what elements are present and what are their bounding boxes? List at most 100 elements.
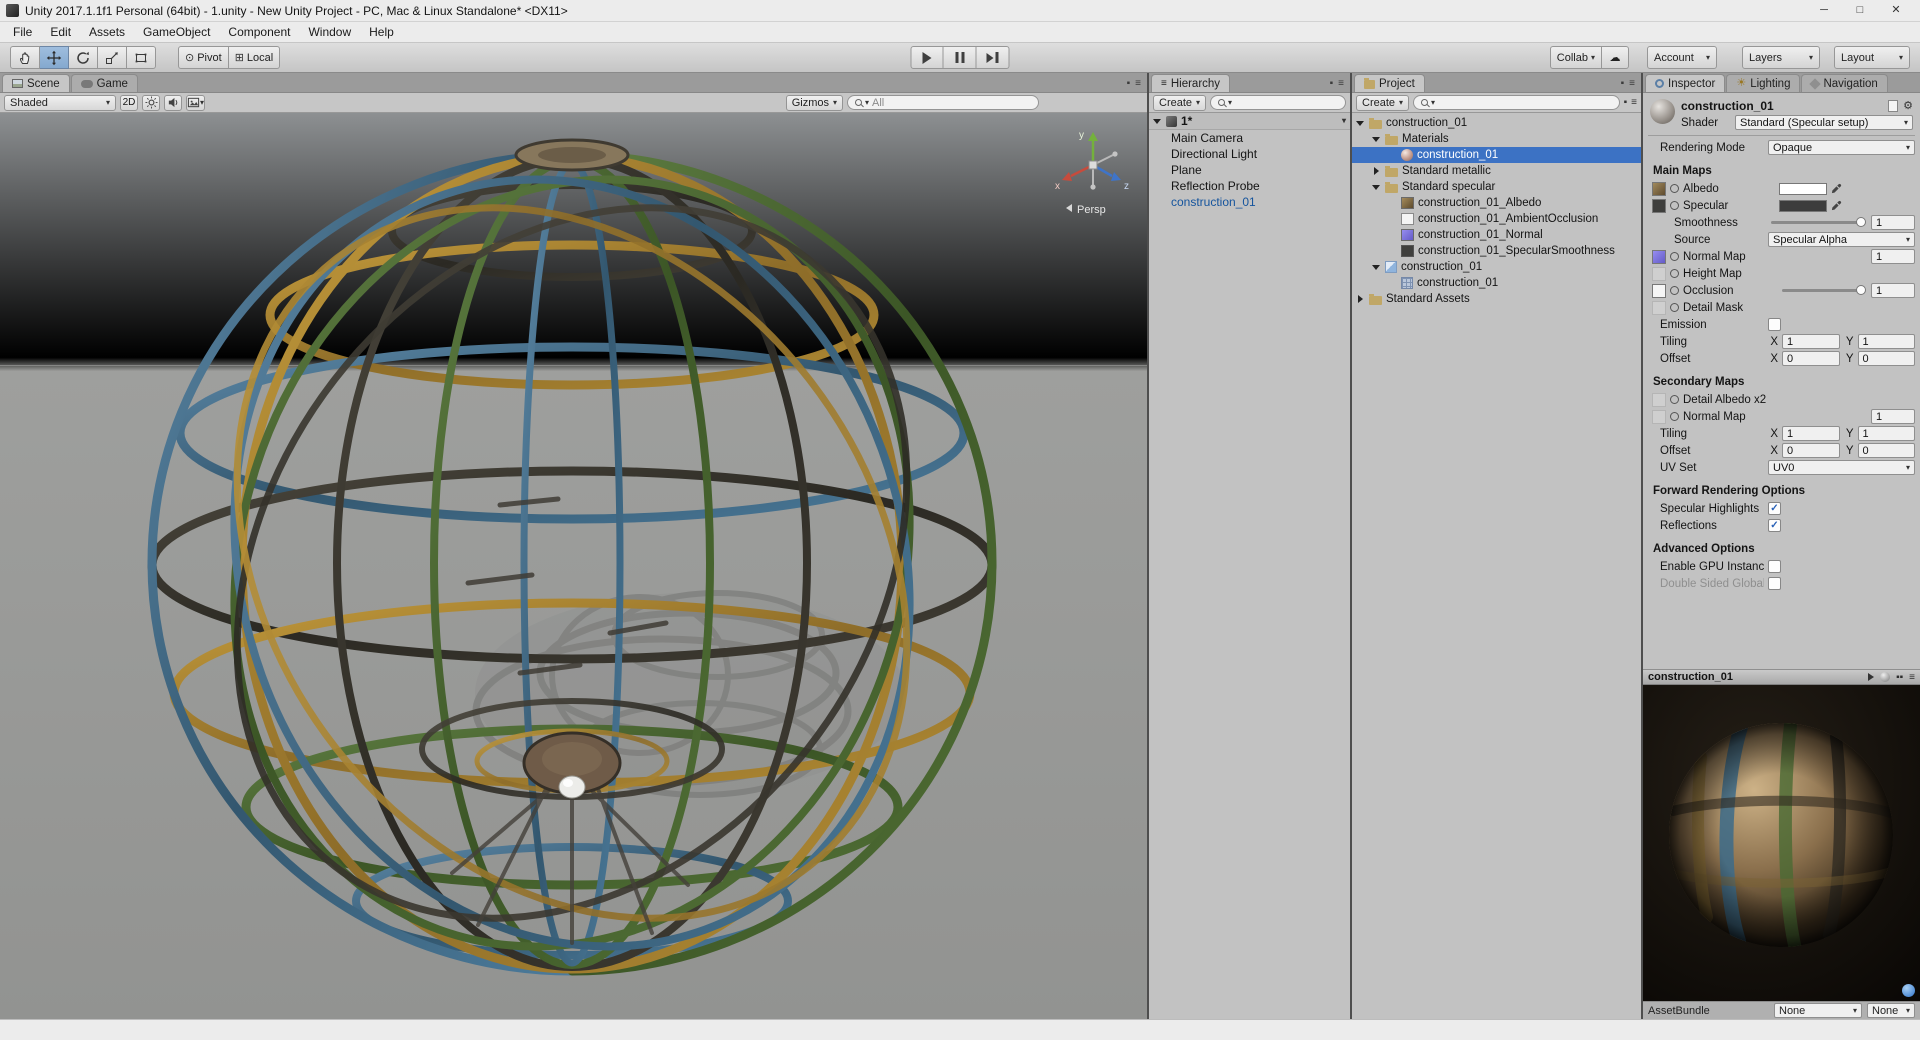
panel-lock-icon[interactable]: ▪	[1127, 78, 1131, 89]
specular-highlights-checkbox[interactable]: ✓	[1768, 502, 1781, 515]
search-by-type-icon[interactable]: ▪	[1624, 97, 1628, 108]
menu-help[interactable]: Help	[360, 22, 403, 43]
hierarchy-scene-row[interactable]: 1* ▾	[1149, 113, 1350, 130]
play-button[interactable]	[910, 46, 944, 69]
expander-icon[interactable]	[1153, 116, 1162, 126]
expander-icon[interactable]	[1356, 118, 1365, 128]
scene-effects-dropdown[interactable]: ▾	[186, 94, 206, 111]
project-create-dropdown[interactable]: Create ▾	[1356, 94, 1410, 111]
shader-dropdown[interactable]: Standard (Specular setup) ▾	[1735, 115, 1913, 130]
occlusion-texture-thumbnail[interactable]	[1652, 283, 1666, 298]
panel-lock-icon[interactable]: ▪	[1330, 78, 1334, 89]
eyedropper-icon[interactable]	[1831, 183, 1842, 194]
minimize-button[interactable]: ─	[1806, 0, 1842, 21]
project-item-standard assets[interactable]: Standard Assets	[1352, 291, 1641, 307]
expander-icon[interactable]	[1356, 294, 1365, 304]
project-search-input[interactable]: ▾	[1413, 95, 1620, 110]
cloud-button[interactable]: ☁	[1602, 46, 1629, 69]
preview-lighting-orb-icon[interactable]	[1902, 984, 1915, 997]
project-item-construction_01[interactable]: construction_01	[1352, 115, 1641, 131]
tab-scene[interactable]: Scene	[2, 74, 70, 92]
tiling-x-field[interactable]: 1	[1782, 426, 1840, 441]
rendering-mode-dropdown[interactable]: Opaque ▾	[1768, 140, 1915, 155]
texture-slot-icon[interactable]	[1670, 269, 1679, 278]
specular-texture-thumbnail[interactable]	[1652, 198, 1666, 213]
preview-play-icon[interactable]	[1868, 673, 1875, 681]
scene-viewport[interactable]: y x z Persp	[0, 113, 1147, 1019]
gizmos-dropdown[interactable]: Gizmos ▾	[785, 94, 843, 111]
project-item-construction_01_albedo[interactable]: construction_01_Albedo	[1352, 195, 1641, 211]
menu-window[interactable]: Window	[299, 22, 360, 43]
reflections-checkbox[interactable]: ✓	[1768, 519, 1781, 532]
texture-slot-icon[interactable]	[1670, 252, 1679, 261]
collab-button[interactable]: Collab ▾	[1549, 46, 1602, 69]
offset-x-field[interactable]: 0	[1782, 443, 1840, 458]
panel-menu-icon[interactable]: ≡	[1629, 78, 1635, 89]
hand-tool-button[interactable]	[10, 46, 40, 69]
tab-game[interactable]: Game	[70, 74, 138, 92]
menu-file[interactable]: File	[4, 22, 41, 43]
texture-slot-icon[interactable]	[1670, 395, 1679, 404]
expander-icon[interactable]	[1372, 166, 1381, 176]
project-item-construction_01_specularsmoothness[interactable]: construction_01_SpecularSmoothness	[1352, 243, 1641, 259]
scene-search-input[interactable]: ▾ All	[847, 95, 1039, 110]
empty-texture-slot[interactable]	[1652, 409, 1666, 424]
panel-menu-icon[interactable]: ≡	[1135, 78, 1141, 89]
layers-dropdown[interactable]: Layers ▾	[1742, 46, 1820, 69]
offset-x-field[interactable]: 0	[1782, 351, 1840, 366]
empty-texture-slot[interactable]	[1652, 266, 1666, 281]
close-button[interactable]: ✕	[1878, 0, 1914, 21]
hierarchy-create-dropdown[interactable]: Create ▾	[1153, 94, 1207, 111]
layout-dropdown[interactable]: Layout ▾	[1834, 46, 1910, 69]
texture-slot-icon[interactable]	[1670, 303, 1679, 312]
maximize-button[interactable]: □	[1842, 0, 1878, 21]
tab-navigation[interactable]: Navigation	[1801, 74, 1888, 92]
assetbundle-name-dropdown[interactable]: None ▾	[1774, 1003, 1862, 1018]
move-tool-button[interactable]	[40, 46, 69, 69]
albedo-texture-thumbnail[interactable]	[1652, 181, 1666, 196]
project-item-construction_01[interactable]: construction_01	[1352, 147, 1641, 163]
smoothness-slider[interactable]	[1771, 217, 1866, 227]
hierarchy-item-directional-light[interactable]: Directional Light	[1149, 146, 1350, 162]
pause-button[interactable]	[943, 46, 977, 69]
preview-menu-icon[interactable]: ≡	[1909, 672, 1915, 683]
eyedropper-icon[interactable]	[1831, 200, 1842, 211]
preview-header[interactable]: construction_01 ▪▪ ≡	[1643, 669, 1920, 685]
preview-options-icon[interactable]: ▪▪	[1896, 672, 1903, 683]
texture-slot-icon[interactable]	[1670, 201, 1679, 210]
project-item-standard specular[interactable]: Standard specular	[1352, 179, 1641, 195]
scene-render[interactable]: y x z Persp	[0, 113, 1147, 1019]
menu-edit[interactable]: Edit	[41, 22, 80, 43]
double-sided-gi-checkbox[interactable]	[1768, 577, 1781, 590]
hierarchy-search-input[interactable]: ▾	[1210, 95, 1346, 110]
texture-slot-icon[interactable]	[1670, 184, 1679, 193]
expander-icon[interactable]	[1372, 182, 1381, 192]
emission-checkbox[interactable]	[1768, 318, 1781, 331]
menu-assets[interactable]: Assets	[80, 22, 134, 43]
tab-lighting[interactable]: ☀ Lighting	[1726, 74, 1801, 92]
gear-icon[interactable]: ⚙	[1903, 99, 1913, 112]
scene-lighting-button[interactable]	[142, 94, 160, 111]
tiling-y-field[interactable]: 1	[1857, 334, 1915, 349]
tab-hierarchy[interactable]: ≡ Hierarchy	[1151, 74, 1231, 92]
normal-map-field[interactable]: 1	[1871, 249, 1915, 264]
slider-knob[interactable]	[1856, 217, 1866, 227]
scale-tool-button[interactable]	[98, 46, 127, 69]
offset-y-field[interactable]: 0	[1857, 351, 1915, 366]
normal-texture-thumbnail[interactable]	[1652, 249, 1666, 264]
tiling-x-field[interactable]: 1	[1782, 334, 1840, 349]
gpu-instancing-checkbox[interactable]	[1768, 560, 1781, 573]
project-item-standard metallic[interactable]: Standard metallic	[1352, 163, 1641, 179]
scene-audio-button[interactable]	[164, 94, 182, 111]
project-item-materials[interactable]: Materials	[1352, 131, 1641, 147]
hierarchy-item-main-camera[interactable]: Main Camera	[1149, 130, 1350, 146]
expander-icon[interactable]	[1372, 262, 1381, 272]
scene-menu-icon[interactable]: ▾	[1342, 117, 1346, 125]
preview-render-area[interactable]	[1643, 685, 1920, 1001]
draw-mode-dropdown[interactable]: Shaded ▾	[4, 94, 116, 111]
local-toggle-button[interactable]: ⊞ Local	[228, 46, 281, 69]
texture-slot-icon[interactable]	[1670, 286, 1679, 295]
secondary-normal-field[interactable]: 1	[1871, 409, 1915, 424]
slider-knob[interactable]	[1856, 285, 1866, 295]
hierarchy-item-construction_01[interactable]: construction_01	[1149, 194, 1350, 210]
